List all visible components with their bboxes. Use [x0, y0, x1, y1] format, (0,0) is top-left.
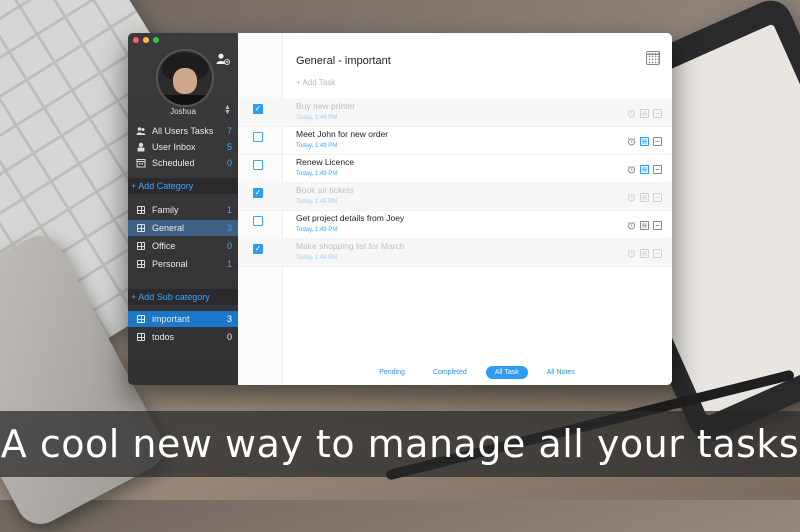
task-date: Today, 1:49 PM — [296, 199, 338, 205]
app-window: Joshua ▲ ▼ All Users Tasks 7 User Inbox 5… — [128, 33, 672, 385]
alarm-icon[interactable] — [627, 109, 636, 118]
alarm-icon[interactable] — [627, 249, 636, 258]
task-title: Buy new printer — [296, 101, 356, 111]
subcategory-item-important[interactable]: important 3 — [128, 311, 238, 327]
users-icon — [136, 126, 146, 136]
task-date: Today, 1:48 PM — [296, 255, 338, 261]
add-user-icon[interactable] — [216, 53, 230, 65]
collapse-icon[interactable] — [653, 109, 662, 118]
add-task-input[interactable]: + Add Task — [296, 78, 335, 87]
window-controls — [133, 37, 159, 43]
list-icon — [136, 223, 146, 233]
task-row[interactable]: ✓ Buy new printer Today, 1:49 PM — [238, 98, 672, 127]
task-title: Book air tickets — [296, 185, 354, 195]
task-checkbox[interactable] — [253, 132, 263, 142]
task-title: Make shopping list for March — [296, 241, 405, 251]
task-row[interactable]: Meet John for new order Today, 1:49 PM — [238, 126, 672, 155]
page-title: General - important — [296, 55, 391, 67]
alarm-icon[interactable] — [627, 165, 636, 174]
list-icon — [136, 332, 146, 342]
task-actions — [627, 249, 662, 258]
task-row[interactable]: ✓ Make shopping list for March Today, 1:48… — [238, 238, 672, 267]
subcategory-item-todos[interactable]: todos 0 — [128, 329, 238, 345]
calendar-icon — [136, 158, 146, 168]
add-category-button[interactable]: + Add Category — [128, 178, 238, 194]
task-date: Today, 1:49 PM — [296, 115, 338, 121]
task-date: Today, 1:49 PM — [296, 143, 338, 149]
collapse-icon[interactable] — [653, 193, 662, 202]
tagline: A cool new way to manage all your tasks — [0, 422, 800, 466]
task-row[interactable]: Renew Licence Today, 1:49 PM — [238, 154, 672, 183]
list-icon — [136, 205, 146, 215]
close-button[interactable] — [133, 37, 139, 43]
filter-tabs: Pending Completed All Task All Notes — [238, 366, 672, 379]
tab-all-notes[interactable]: All Notes — [538, 366, 584, 379]
category-item-office[interactable]: Office 0 — [128, 238, 238, 254]
task-actions — [627, 109, 662, 118]
task-date: Today, 1:49 PM — [296, 171, 338, 177]
add-subcategory-button[interactable]: + Add Sub category — [128, 289, 238, 305]
minimize-button[interactable] — [143, 37, 149, 43]
note-icon[interactable] — [640, 109, 649, 118]
task-date: Today, 1:49 PM — [296, 227, 338, 233]
task-checkbox[interactable]: ✓ — [253, 188, 263, 198]
task-actions — [627, 165, 662, 174]
nav-item-scheduled[interactable]: Scheduled 0 — [128, 155, 238, 171]
main-panel: General - important + Add Task ✓ Buy new … — [238, 33, 672, 385]
user-switch-icon[interactable]: ▲ ▼ — [224, 104, 231, 116]
list-icon — [136, 259, 146, 269]
list-icon — [136, 241, 146, 251]
maximize-button[interactable] — [153, 37, 159, 43]
sidebar: Joshua ▲ ▼ All Users Tasks 7 User Inbox 5… — [128, 33, 238, 385]
alarm-icon[interactable] — [627, 137, 636, 146]
calendar-icon[interactable] — [646, 51, 660, 65]
tab-pending[interactable]: Pending — [370, 366, 414, 379]
category-item-general[interactable]: General 3 — [128, 220, 238, 236]
task-title: Meet John for new order — [296, 129, 389, 139]
list-icon — [136, 314, 146, 324]
category-item-personal[interactable]: Personal 1 — [128, 256, 238, 272]
task-title: Renew Licence — [296, 157, 355, 167]
alarm-icon[interactable] — [627, 193, 636, 202]
task-title: Get project details from Joey — [296, 213, 405, 223]
tab-completed[interactable]: Completed — [424, 366, 476, 379]
nav-item-user-inbox[interactable]: User Inbox 5 — [128, 139, 238, 155]
tagline-banner: A cool new way to manage all your tasks — [0, 411, 800, 477]
task-row[interactable]: Get project details from Joey Today, 1:49… — [238, 210, 672, 239]
note-icon[interactable] — [640, 165, 649, 174]
category-item-family[interactable]: Family 1 — [128, 202, 238, 218]
note-icon[interactable] — [640, 193, 649, 202]
task-actions — [627, 137, 662, 146]
collapse-icon[interactable] — [653, 221, 662, 230]
collapse-icon[interactable] — [653, 137, 662, 146]
tab-all-task[interactable]: All Task — [485, 366, 528, 379]
task-checkbox[interactable] — [253, 216, 263, 226]
task-actions — [627, 221, 662, 230]
collapse-icon[interactable] — [653, 249, 662, 258]
alarm-icon[interactable] — [627, 221, 636, 230]
task-actions — [627, 193, 662, 202]
task-checkbox[interactable] — [253, 160, 263, 170]
collapse-icon[interactable] — [653, 165, 662, 174]
note-icon[interactable] — [640, 221, 649, 230]
task-row[interactable]: ✓ Book air tickets Today, 1:49 PM — [238, 182, 672, 211]
task-checkbox[interactable]: ✓ — [253, 244, 263, 254]
nav-item-all-users-tasks[interactable]: All Users Tasks 7 — [128, 123, 238, 139]
note-icon[interactable] — [640, 249, 649, 258]
note-icon[interactable] — [640, 137, 649, 146]
task-checkbox[interactable]: ✓ — [253, 104, 263, 114]
avatar[interactable] — [156, 49, 214, 107]
username: Joshua — [170, 107, 196, 116]
inbox-icon — [136, 142, 146, 152]
